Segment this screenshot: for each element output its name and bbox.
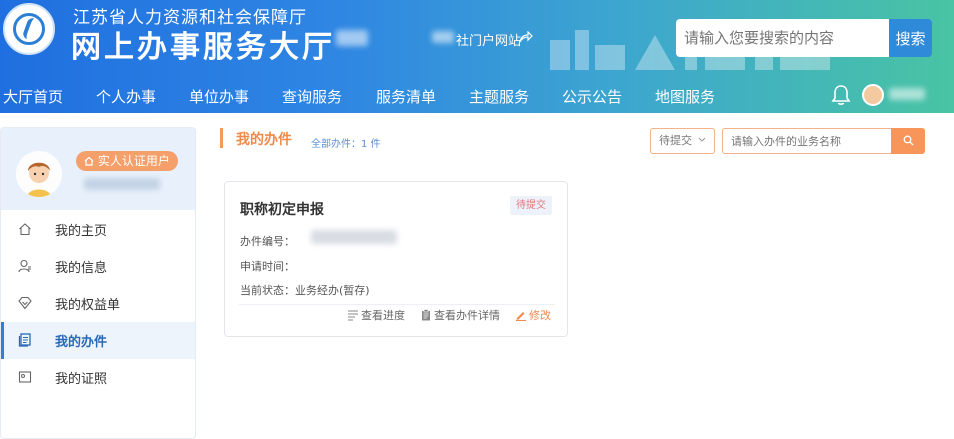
- sidebar-item-rights[interactable]: 我的权益单: [1, 285, 195, 322]
- case-card: 职称初定申报 待提交 办件编号： 申请时间： 当前状态：业务经办(暂存) 查看进…: [224, 181, 568, 337]
- clipboard-icon: [422, 309, 430, 321]
- sidebar-item-licenses[interactable]: 我的证照: [1, 359, 195, 396]
- sidebar-item-info[interactable]: 我的信息: [1, 248, 195, 285]
- site-search-input[interactable]: [676, 19, 890, 57]
- main-nav: 大厅首页 个人办事 单位办事 查询服务 服务清单 主题服务 公示公告 地图服务: [0, 80, 954, 113]
- status-badge: 待提交: [510, 196, 552, 215]
- nav-item-unit[interactable]: 单位办事: [189, 86, 249, 107]
- redacted-name: [84, 178, 160, 190]
- real-name-cert-badge: 实人认证用户: [76, 151, 178, 171]
- sidebar-item-label: 我的办件: [55, 335, 108, 350]
- home-small-icon: [84, 156, 94, 166]
- site-logo[interactable]: [3, 3, 55, 55]
- apply-time-row: 申请时间：: [240, 258, 295, 274]
- redacted-text: [336, 30, 368, 46]
- sidebar-item-my-cases[interactable]: 我的办件: [1, 322, 195, 359]
- profile-avatar: [16, 151, 62, 197]
- case-title: 职称初定申报: [240, 202, 324, 218]
- sidebar-item-label: 我的证照: [55, 372, 108, 387]
- user-avatar[interactable]: [862, 84, 884, 106]
- chevron-down-icon: [698, 137, 705, 142]
- logo-emblem-icon: [13, 13, 45, 45]
- section-count: 全部办件：1 件: [311, 139, 381, 150]
- case-search-button[interactable]: [891, 128, 925, 154]
- document-icon: [18, 333, 31, 347]
- license-icon: [18, 371, 32, 383]
- nav-item-home[interactable]: 大厅首页: [3, 86, 63, 107]
- list-icon: [348, 310, 358, 321]
- site-header: 江苏省人力资源和社会保障厅 网上办事服务大厅 社门户网站 搜索 大厅首页 个人办…: [0, 0, 954, 113]
- nav-item-topics[interactable]: 主题服务: [469, 86, 529, 107]
- status-filter-select[interactable]: 待提交: [650, 128, 715, 154]
- current-state-row: 当前状态：业务经办(暂存): [240, 282, 370, 298]
- view-detail-button[interactable]: 查看办件详情: [420, 307, 500, 323]
- sidebar-item-label: 我的信息: [55, 261, 108, 276]
- current-state-value: 业务经办(暂存): [295, 284, 370, 297]
- redacted-case-number: [311, 230, 397, 244]
- case-number-label: 办件编号：: [240, 235, 295, 248]
- section-accent-bar: [220, 128, 223, 148]
- nav-item-map[interactable]: 地图服务: [655, 86, 715, 107]
- user-icon: [18, 259, 31, 273]
- sidebar: 实人认证用户 我的主页 我的信息 我的权益单 我的办件 我的证照: [0, 127, 196, 439]
- nav-item-service-list[interactable]: 服务清单: [376, 86, 436, 107]
- view-progress-button[interactable]: 查看进度: [347, 307, 405, 323]
- bell-icon[interactable]: [831, 84, 851, 106]
- portal-link[interactable]: 社门户网站: [456, 30, 521, 49]
- view-detail-label: 查看办件详情: [434, 309, 500, 322]
- current-state-label: 当前状态：: [240, 284, 295, 297]
- sidebar-item-label: 我的主页: [55, 224, 108, 239]
- shield-icon: [18, 296, 32, 310]
- edit-button[interactable]: 修改: [515, 307, 551, 323]
- redacted-text: [432, 31, 454, 43]
- status-filter-value: 待提交: [659, 134, 692, 147]
- case-search-input[interactable]: [722, 128, 892, 154]
- cert-badge-label: 实人认证用户: [97, 154, 170, 168]
- boy-avatar-icon: [16, 151, 62, 197]
- sidebar-item-home[interactable]: 我的主页: [1, 211, 195, 248]
- site-search-button[interactable]: 搜索: [889, 19, 932, 57]
- nav-item-query[interactable]: 查询服务: [282, 86, 342, 107]
- share-arrow-icon[interactable]: [519, 31, 533, 43]
- search-icon: [903, 135, 913, 145]
- card-divider: [239, 304, 555, 305]
- profile-panel: 实人认证用户: [1, 128, 195, 210]
- redacted-username: [889, 88, 925, 100]
- nav-item-notices[interactable]: 公示公告: [562, 86, 622, 107]
- edit-label: 修改: [529, 309, 551, 322]
- sidebar-item-label: 我的权益单: [55, 298, 121, 313]
- view-progress-label: 查看进度: [361, 309, 405, 322]
- home-icon: [19, 223, 31, 236]
- section-title: 我的办件: [236, 132, 292, 148]
- pencil-icon: [516, 312, 526, 321]
- nav-item-personal[interactable]: 个人办事: [96, 86, 156, 107]
- apply-time-label: 申请时间：: [240, 260, 295, 273]
- brand-title: 网上办事服务大厅: [71, 30, 335, 65]
- case-number-row: 办件编号：: [240, 233, 295, 249]
